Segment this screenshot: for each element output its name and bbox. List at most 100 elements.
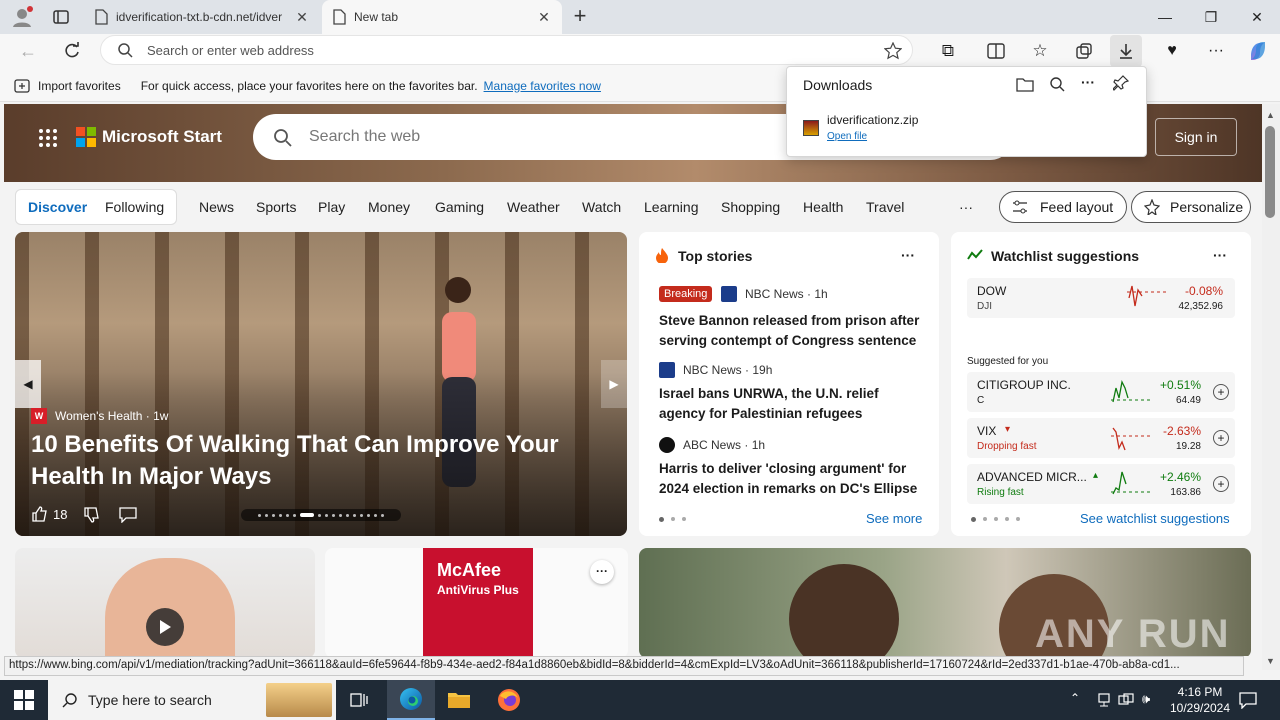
stock-row-dow[interactable]: DOW DJI -0.08% 42,352.96 bbox=[967, 278, 1235, 318]
stock-row[interactable]: CITIGROUP INC. C +0.51% 64.49 + bbox=[967, 372, 1235, 412]
top-stories-more-button[interactable]: ··· bbox=[901, 247, 915, 263]
carousel-next-icon[interactable]: ▶ bbox=[601, 360, 627, 408]
like-button[interactable]: 18 bbox=[31, 505, 67, 523]
close-tab-icon[interactable]: ✕ bbox=[536, 9, 552, 26]
clock-date: 10/29/2024 bbox=[1169, 701, 1231, 715]
story-headline[interactable]: Steve Bannon released from prison after … bbox=[659, 311, 927, 351]
brand-name[interactable]: Microsoft Start bbox=[102, 127, 222, 147]
tab-title: New tab bbox=[354, 10, 399, 24]
ad-more-icon[interactable]: ··· bbox=[590, 560, 614, 584]
firefox-icon[interactable] bbox=[497, 688, 521, 712]
favorite-star-icon[interactable] bbox=[884, 42, 902, 60]
pivot-discover[interactable]: Discover bbox=[28, 199, 87, 215]
open-file-link[interactable]: Open file bbox=[827, 131, 867, 142]
stock-row[interactable]: ADVANCED MICR... ▴ Rising fast +2.46% 16… bbox=[967, 464, 1235, 504]
tab-new-tab[interactable]: New tab ✕ bbox=[322, 0, 562, 34]
nav-travel[interactable]: Travel bbox=[866, 199, 904, 215]
show-hidden-icons[interactable]: ⌃ bbox=[1070, 691, 1080, 705]
hero-headline[interactable]: 10 Benefits Of Walking That Can Improve … bbox=[31, 429, 591, 493]
nav-weather[interactable]: Weather bbox=[507, 199, 560, 215]
add-stock-icon[interactable]: + bbox=[1213, 384, 1229, 400]
pager-dots[interactable] bbox=[659, 517, 686, 522]
network-icon[interactable] bbox=[1096, 692, 1112, 708]
page-scrollbar[interactable]: ▲ ▼ bbox=[1262, 104, 1280, 670]
scroll-thumb[interactable] bbox=[1265, 126, 1275, 218]
stock-change: +0.51% bbox=[1159, 378, 1201, 392]
refresh-icon[interactable] bbox=[56, 35, 88, 67]
nav-play[interactable]: Play bbox=[318, 199, 345, 215]
add-stock-icon[interactable]: + bbox=[1213, 476, 1229, 492]
feed-layout-button[interactable]: Feed layout bbox=[999, 191, 1127, 223]
stock-row[interactable]: VIX ▾ Dropping fast -2.63% 19.28 + bbox=[967, 418, 1235, 458]
volume-icon[interactable]: 🕪 bbox=[1142, 691, 1150, 707]
downloads-icon[interactable] bbox=[1110, 35, 1142, 67]
see-more-link[interactable]: See more bbox=[866, 511, 922, 526]
scroll-up-icon[interactable]: ▲ bbox=[1266, 110, 1275, 120]
profile-avatar[interactable] bbox=[10, 5, 34, 29]
edge-taskbar-icon[interactable] bbox=[387, 680, 435, 720]
extensions-icon[interactable]: ⧉ bbox=[932, 35, 964, 67]
nav-sports[interactable]: Sports bbox=[256, 199, 296, 215]
nav-gaming[interactable]: Gaming bbox=[435, 199, 484, 215]
import-favorites-button[interactable]: Import favorites bbox=[38, 79, 121, 93]
start-button-icon[interactable] bbox=[14, 690, 34, 710]
clock[interactable]: 4:16 PM 10/29/2024 bbox=[1166, 684, 1234, 716]
collections-icon[interactable] bbox=[1068, 35, 1100, 67]
see-watchlist-link[interactable]: See watchlist suggestions bbox=[1080, 511, 1230, 526]
carousel-dots[interactable] bbox=[241, 509, 401, 521]
story-headline[interactable]: Israel bans UNRWA, the U.N. relief agenc… bbox=[659, 384, 927, 424]
favorites-icon[interactable]: ☆ bbox=[1024, 35, 1056, 67]
task-view-icon[interactable] bbox=[350, 691, 368, 709]
file-explorer-icon[interactable] bbox=[447, 690, 471, 710]
nav-learning[interactable]: Learning bbox=[644, 199, 699, 215]
nav-health[interactable]: Health bbox=[803, 199, 843, 215]
pin-icon[interactable] bbox=[1113, 75, 1129, 91]
copilot-icon[interactable] bbox=[1242, 35, 1274, 67]
app-launcher-icon[interactable] bbox=[38, 128, 58, 148]
notifications-icon[interactable] bbox=[1239, 691, 1257, 709]
comment-icon[interactable] bbox=[119, 507, 137, 523]
close-tab-icon[interactable]: ✕ bbox=[294, 9, 310, 26]
nav-money[interactable]: Money bbox=[368, 199, 410, 215]
top-stories-card: Top stories ··· Breaking NBC News · 1h S… bbox=[639, 232, 939, 536]
add-stock-icon[interactable]: + bbox=[1213, 430, 1229, 446]
story-headline[interactable]: Harris to deliver 'closing argument' for… bbox=[659, 459, 927, 499]
carousel-prev-icon[interactable]: ◀ bbox=[15, 360, 41, 408]
manage-favorites-link[interactable]: Manage favorites now bbox=[484, 79, 601, 93]
tab-idverification[interactable]: idverification-txt.b-cdn.net/idver ✕ bbox=[84, 0, 320, 34]
download-file-name[interactable]: idverificationz.zip bbox=[827, 113, 918, 127]
split-screen-icon[interactable] bbox=[980, 35, 1012, 67]
stock-name: CITIGROUP INC. bbox=[977, 378, 1071, 392]
minimize-icon[interactable]: — bbox=[1142, 0, 1188, 34]
settings-more-icon[interactable]: ··· bbox=[1200, 35, 1232, 67]
nav-watch[interactable]: Watch bbox=[582, 199, 621, 215]
address-bar[interactable]: Search or enter web address bbox=[100, 35, 913, 65]
sign-in-button[interactable]: Sign in bbox=[1155, 118, 1237, 156]
pager-dots[interactable] bbox=[971, 517, 1020, 522]
video-card[interactable] bbox=[15, 548, 315, 656]
watchlist-more-button[interactable]: ··· bbox=[1213, 247, 1227, 263]
scroll-down-icon[interactable]: ▼ bbox=[1266, 656, 1275, 666]
hero-source: Women's Health · 1w bbox=[55, 409, 169, 423]
nav-shopping[interactable]: Shopping bbox=[721, 199, 780, 215]
play-icon[interactable] bbox=[146, 608, 184, 646]
pivot-following[interactable]: Following bbox=[105, 199, 164, 215]
new-tab-icon[interactable]: + bbox=[568, 4, 592, 28]
restore-icon[interactable]: ❐ bbox=[1188, 0, 1234, 34]
close-window-icon[interactable]: ✕ bbox=[1234, 0, 1280, 34]
browser-essentials-icon[interactable]: ♥ bbox=[1156, 35, 1188, 67]
personalize-button[interactable]: Personalize bbox=[1131, 191, 1251, 223]
open-folder-icon[interactable] bbox=[1016, 76, 1034, 92]
taskbar-search-box[interactable]: Type here to search bbox=[48, 680, 336, 720]
nav-more-button[interactable]: ··· bbox=[959, 199, 973, 215]
downloads-more-icon[interactable]: ··· bbox=[1081, 74, 1095, 90]
search-icon bbox=[62, 692, 78, 708]
tab-actions-icon[interactable] bbox=[52, 8, 70, 26]
ad-card[interactable]: McAfee AntiVirus Plus ··· bbox=[325, 548, 628, 656]
nav-news[interactable]: News bbox=[199, 199, 234, 215]
thumbs-down-icon[interactable] bbox=[83, 506, 101, 524]
hero-story-card[interactable]: ◀ ▶ W Women's Health · 1w 10 Benefits Of… bbox=[15, 232, 627, 536]
back-icon[interactable]: ← bbox=[12, 35, 44, 67]
search-downloads-icon[interactable] bbox=[1049, 76, 1065, 92]
wifi-icon[interactable] bbox=[1118, 692, 1134, 708]
